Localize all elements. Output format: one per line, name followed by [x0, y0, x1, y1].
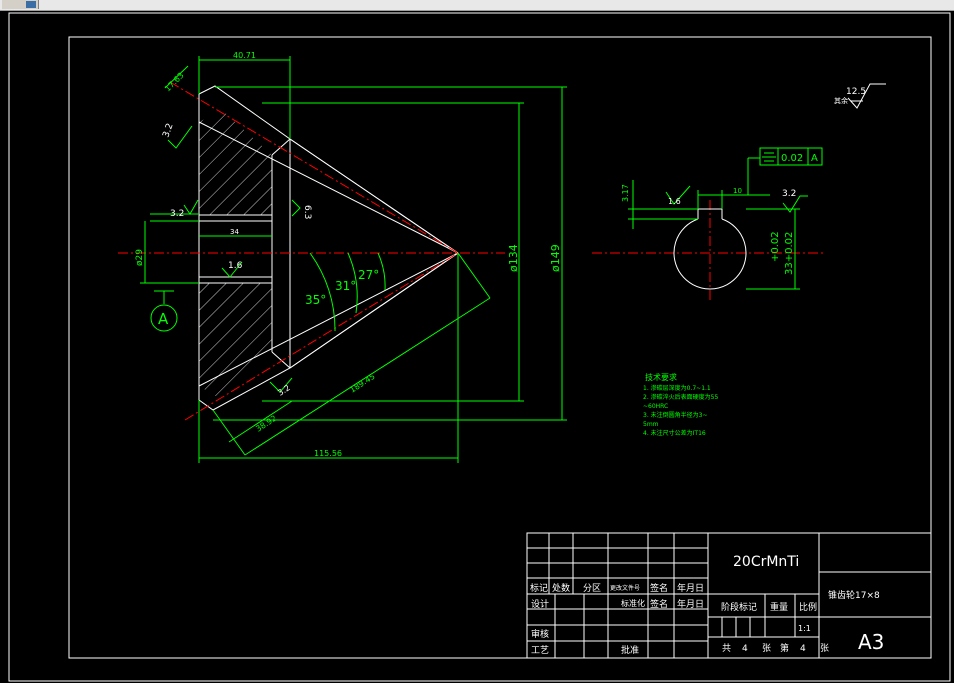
window-icon — [26, 1, 36, 8]
cad-canvas[interactable]: 40.71 17.63 3.2 3.2 34 1.6 6.3 ø29 A ø13… — [0, 11, 954, 683]
tb-biaozhunhua: 标准化 — [621, 598, 645, 608]
tb-fenqu: 分区 — [583, 583, 601, 594]
tb-sheji: 设计 — [531, 598, 549, 610]
dim-dia-134: ø134 — [507, 244, 520, 272]
dim-slant-top: 17.63 — [163, 71, 186, 94]
tb-nianyueri2: 年月日 — [677, 598, 704, 610]
tb-zhang2: 张 — [820, 643, 829, 654]
roughness-face: 6.3 — [302, 205, 312, 219]
tb-sheet-size: A3 — [858, 630, 884, 654]
angle-35: 35° — [305, 293, 326, 307]
dim-bore-dia: ø29 — [135, 249, 145, 266]
dim-key-tol-main: 33+0.02 — [784, 232, 795, 275]
dim-keyway-width: 10 — [733, 187, 742, 195]
dim-key-tol-top: +0.02 — [770, 231, 781, 262]
roughness-key-right: 3.2 — [782, 189, 796, 199]
tech-line3b: 5mm — [643, 421, 659, 428]
dim-keyway-depth: 3.17 — [621, 184, 630, 202]
tb-scale-value: 1:1 — [798, 624, 811, 633]
tb-nianyueri: 年月日 — [677, 582, 704, 594]
tech-line2b: ~60HRC — [643, 403, 668, 410]
dim-slant-small: 38.92 — [254, 414, 278, 434]
dim-bore-depth: 34 — [230, 228, 239, 236]
angle-27: 27° — [358, 268, 379, 282]
outer-frame — [8, 12, 951, 682]
hatch-upper — [199, 110, 272, 215]
roughness-general-note: 其余 — [834, 96, 848, 105]
tech-line3: 3. 未注倒圆角半径为3~ — [643, 411, 707, 419]
tb-material: 20CrMnTi — [733, 554, 799, 570]
tb-zhongliang: 重量 — [770, 601, 788, 613]
keyway-section-view: 3.17 1.6 10 0.02 A 3.2 +0.02 33+0.02 — [592, 147, 826, 300]
tolerance-datum: A — [811, 153, 818, 164]
tech-line4: 4. 未注尺寸公差为IT16 — [643, 429, 706, 437]
roughness-top-left: 3.2 — [161, 122, 175, 139]
dim-slant-long: 189.45 — [348, 372, 376, 395]
tb-gongyi: 工艺 — [531, 645, 549, 656]
tb-shenhe: 审核 — [531, 628, 549, 640]
tb-chushu: 处数 — [552, 582, 570, 594]
title-block: 标记 处数 分区 更改文件号 签名 年月日 设计 标准化 签名 年月日 审核 工… — [526, 532, 932, 659]
tb-part-name: 锥齿轮17×8 — [828, 589, 880, 601]
general-roughness: 12.5 其余 — [834, 83, 886, 109]
tb-zhang: 张 — [762, 643, 771, 654]
tolerance-value: 0.02 — [781, 153, 803, 164]
tb-sheet-no: 4 — [800, 644, 806, 654]
bore-outline — [198, 214, 273, 284]
technical-requirements: 技术要求 1. 渗碳层深度为0.7~1.1 2. 渗碳淬火后表面硬度为55 ~6… — [643, 372, 718, 437]
dim-dia-149: ø149 — [549, 244, 562, 272]
roughness-bore-top: 3.2 — [170, 209, 184, 219]
tb-bili: 比例 — [799, 601, 817, 613]
tb-qianming: 签名 — [650, 582, 668, 594]
tech-heading: 技术要求 — [645, 372, 677, 382]
angle-31: 31° — [335, 279, 356, 293]
roughness-small: 3.2 — [276, 383, 292, 397]
tooth-root-top — [289, 138, 459, 254]
toolbar — [0, 0, 954, 11]
tb-total: 4 — [742, 644, 748, 654]
tb-gengai: 更改文件号 — [610, 584, 640, 592]
tb-qianming2: 签名 — [650, 598, 668, 610]
roughness-key-left: 1.6 — [668, 197, 681, 206]
gear-face-top — [271, 138, 291, 156]
datum-label: A — [158, 310, 169, 328]
tb-biaoji: 标记 — [530, 582, 548, 594]
tech-line2: 2. 渗碳淬火后表面硬度为55 — [643, 393, 718, 401]
hatch-lower — [199, 283, 272, 400]
gear-section-view — [118, 81, 505, 421]
tb-pizhun: 批准 — [621, 644, 639, 656]
tb-gong: 共 — [722, 643, 731, 654]
tech-line1: 1. 渗碳层深度为0.7~1.1 — [643, 384, 711, 392]
roughness-general: 12.5 — [846, 87, 866, 97]
tb-jieduan: 阶段标记 — [721, 601, 757, 613]
inner-frame — [68, 36, 932, 659]
section-dimensions: 40.71 17.63 3.2 3.2 34 1.6 6.3 ø29 A ø13… — [135, 51, 567, 463]
dim-top-width: 40.71 — [233, 51, 256, 60]
tb-di: 第 — [780, 642, 789, 654]
dim-bottom-width: 115.56 — [314, 449, 342, 458]
drawing-svg: 40.71 17.63 3.2 3.2 34 1.6 6.3 ø29 A ø13… — [8, 12, 951, 682]
roughness-bore: 1.6 — [228, 261, 243, 271]
